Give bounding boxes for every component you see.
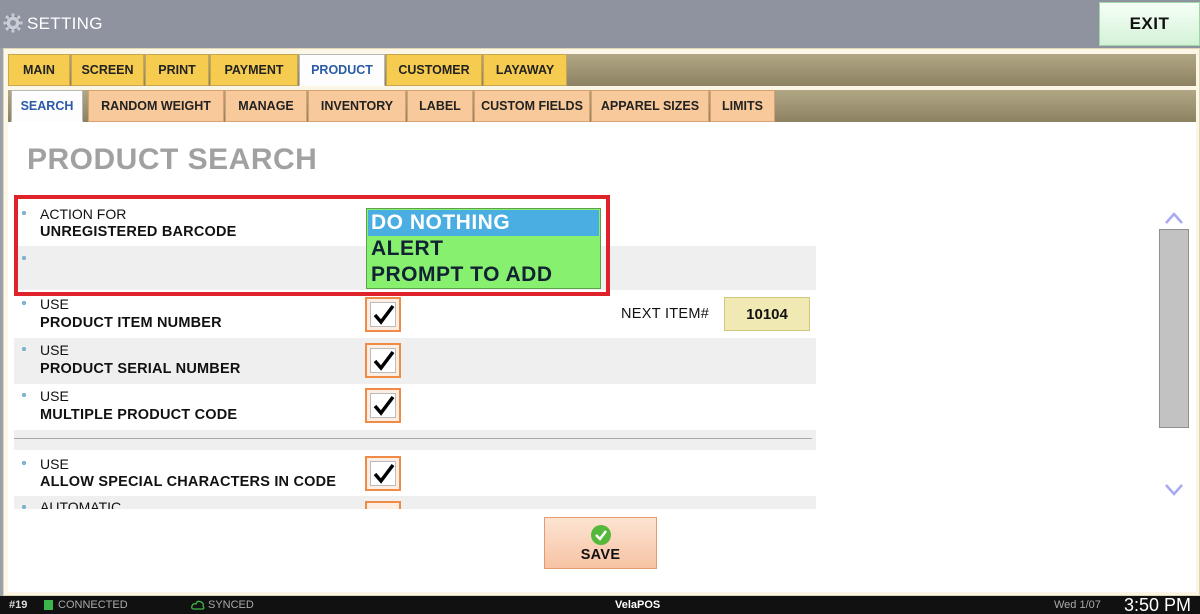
automatic-checkbox[interactable]	[365, 501, 401, 509]
setting-label-top: USE	[40, 296, 69, 312]
subtab-custom-fields[interactable]: CUSTOM FIELDS	[474, 90, 590, 122]
date-display: Wed 1/07	[1054, 599, 1101, 611]
subtab-apparel-sizes[interactable]: APPAREL SIZES	[591, 90, 709, 122]
setting-row-serial-number: USE PRODUCT SERIAL NUMBER	[14, 338, 816, 384]
title-bar: SETTING EXIT	[0, 0, 1200, 48]
bullet-icon	[22, 301, 26, 305]
section-divider	[14, 430, 816, 450]
setting-label-top: USE	[40, 456, 69, 472]
checkmark-icon	[373, 463, 395, 484]
item-number-checkbox[interactable]	[365, 297, 401, 332]
tab-print[interactable]: PRINT	[145, 54, 209, 86]
special-chars-checkbox[interactable]	[365, 456, 401, 491]
setting-row-special-chars: USE ALLOW SPECIAL CHARACTERS IN CODE	[14, 452, 816, 496]
cloud-icon	[191, 600, 205, 610]
save-label: SAVE	[580, 546, 621, 563]
serial-number-checkbox[interactable]	[365, 343, 401, 378]
checkmark-icon	[373, 304, 395, 325]
subtab-inventory[interactable]: INVENTORY	[308, 90, 406, 122]
subtab-search[interactable]: SEARCH	[11, 90, 83, 122]
bullet-icon	[22, 347, 26, 351]
next-item-label: NEXT ITEM#	[621, 306, 710, 322]
connection-status: CONNECTED	[58, 599, 128, 611]
subtab-limits[interactable]: LIMITS	[710, 90, 775, 122]
tab-product[interactable]: PRODUCT	[299, 54, 385, 86]
station-number: #19	[9, 599, 28, 611]
sub-tab-bar: SEARCH RANDOM WEIGHT MANAGE INVENTORY LA…	[8, 90, 1196, 122]
setting-label-bottom: ALLOW SPECIAL CHARACTERS IN CODE	[40, 474, 337, 490]
tab-main[interactable]: MAIN	[8, 54, 70, 86]
exit-button[interactable]: EXIT	[1099, 2, 1200, 46]
scrollbar-thumb[interactable]	[1159, 229, 1189, 428]
tab-customer[interactable]: CUSTOMER	[386, 54, 482, 86]
window-title: SETTING	[27, 14, 103, 33]
app-name: VelaPOS	[615, 599, 661, 611]
scroll-down-icon[interactable]	[1163, 478, 1185, 500]
status-bar: #19 CONNECTED SYNCED VelaPOS Wed 1/07 3:…	[0, 595, 1200, 614]
bullet-icon	[22, 461, 26, 465]
multiple-code-checkbox[interactable]	[365, 388, 401, 423]
save-button[interactable]: SAVE	[544, 517, 657, 569]
page-title: PRODUCT SEARCH	[27, 143, 318, 176]
database-icon	[44, 600, 53, 610]
tab-payment[interactable]: PAYMENT	[210, 54, 298, 86]
setting-row-automatic: AUTOMATIC	[14, 496, 816, 509]
setting-label-bottom: MULTIPLE PRODUCT CODE	[40, 407, 238, 423]
tab-screen[interactable]: SCREEN	[71, 54, 144, 86]
scroll-up-icon[interactable]	[1163, 208, 1185, 230]
setting-label-top: USE	[40, 342, 69, 358]
setting-label-bottom: PRODUCT ITEM NUMBER	[40, 315, 222, 331]
setting-label-bottom: PRODUCT SERIAL NUMBER	[40, 361, 241, 377]
gear-icon	[3, 13, 23, 33]
tab-layaway[interactable]: LAYAWAY	[483, 54, 567, 86]
setting-label-top: AUTOMATIC	[40, 499, 122, 509]
bullet-icon	[22, 505, 26, 509]
highlight-box	[14, 195, 610, 296]
setting-label-top: USE	[40, 388, 69, 404]
check-circle-icon	[590, 524, 611, 545]
subtab-label[interactable]: LABEL	[407, 90, 473, 122]
next-item-value[interactable]: 10104	[724, 297, 810, 331]
checkmark-icon	[373, 350, 395, 371]
subtab-random-weight[interactable]: RANDOM WEIGHT	[88, 90, 224, 122]
bullet-icon	[22, 393, 26, 397]
subtab-manage[interactable]: MANAGE	[225, 90, 307, 122]
checkmark-icon	[373, 395, 395, 416]
main-tab-bar: MAIN SCREEN PRINT PAYMENT PRODUCT CUSTOM…	[8, 54, 1196, 86]
setting-row-multiple-code: USE MULTIPLE PRODUCT CODE	[14, 384, 816, 430]
clock: 3:50 PM	[1124, 595, 1192, 614]
sync-status: SYNCED	[208, 599, 254, 611]
